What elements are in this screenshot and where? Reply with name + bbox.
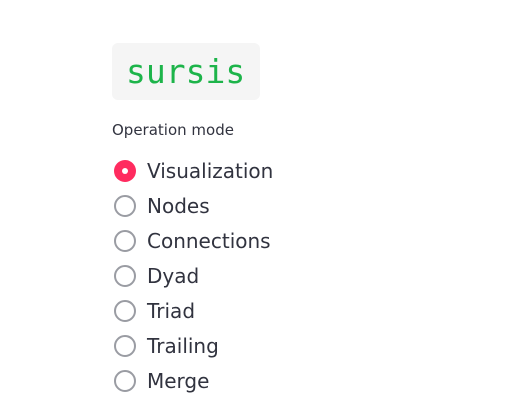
radio-option-label: Triad <box>147 299 196 323</box>
radio-option-label: Merge <box>147 369 210 393</box>
operation-mode-label: Operation mode <box>112 121 234 139</box>
radio-button-icon[interactable] <box>114 370 136 392</box>
radio-option-connections[interactable]: Connections <box>112 223 412 258</box>
radio-button-icon[interactable] <box>114 335 136 357</box>
radio-option-label: Dyad <box>147 264 200 288</box>
page: sursis Operation mode Visualization Node… <box>0 0 518 405</box>
radio-button-selected-icon[interactable] <box>114 160 136 182</box>
radio-option-nodes[interactable]: Nodes <box>112 188 412 223</box>
radio-option-label: Connections <box>147 229 271 253</box>
radio-button-icon[interactable] <box>114 230 136 252</box>
radio-option-visualization[interactable]: Visualization <box>112 153 412 188</box>
radio-option-dyad[interactable]: Dyad <box>112 258 412 293</box>
logo-text: sursis <box>126 52 246 91</box>
radio-button-icon[interactable] <box>114 265 136 287</box>
logo-box: sursis <box>112 43 260 100</box>
radio-button-icon[interactable] <box>114 300 136 322</box>
radio-button-icon[interactable] <box>114 195 136 217</box>
radio-option-triad[interactable]: Triad <box>112 293 412 328</box>
radio-option-label: Visualization <box>147 159 274 183</box>
operation-mode-radio-group: Visualization Nodes Connections Dyad Tri… <box>112 153 412 398</box>
radio-option-label: Trailing <box>147 334 219 358</box>
radio-option-trailing[interactable]: Trailing <box>112 328 412 363</box>
radio-option-merge[interactable]: Merge <box>112 363 412 398</box>
radio-option-label: Nodes <box>147 194 210 218</box>
